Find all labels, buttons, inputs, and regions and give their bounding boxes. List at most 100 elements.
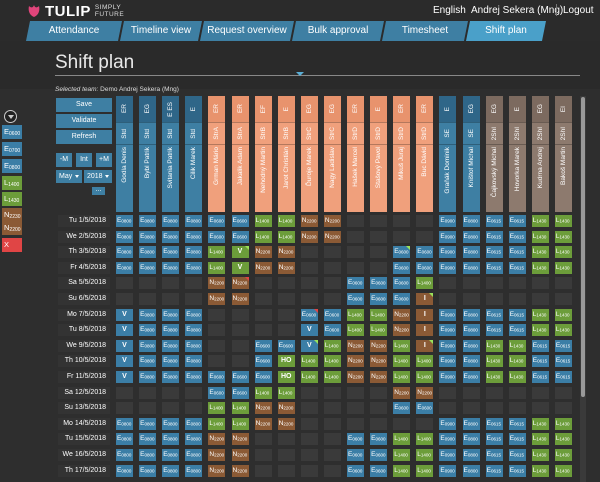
tab-attendance[interactable]: Attendance [26,21,122,41]
shift-cell[interactable] [185,387,203,399]
shift-cell[interactable] [300,449,318,461]
shift-cell[interactable] [347,231,364,243]
shift-cell[interactable] [139,293,157,305]
shift-cell[interactable]: E0600 [347,449,364,461]
shift-cell[interactable]: E0600 [347,293,364,305]
shift-cell[interactable]: N2200 [323,215,341,227]
shift-cell[interactable]: I [416,340,434,352]
shift-cell[interactable]: L1430 [485,340,503,352]
shift-cell[interactable] [300,465,318,477]
shift-cell[interactable]: E0600 [254,340,272,352]
shift-cell[interactable]: N2200 [393,324,411,336]
shift-cell[interactable]: N2200 [300,231,318,243]
shift-cell[interactable]: N2200 [370,340,388,352]
shift-cell[interactable]: L1400 [208,418,226,430]
shift-cell[interactable]: E0900 [439,309,457,321]
shift-cell[interactable] [347,262,364,274]
shift-cell[interactable]: E0800 [162,433,180,445]
shift-cell[interactable]: E0800 [116,433,133,445]
shift-cell[interactable] [508,277,526,289]
shift-cell[interactable]: L1400 [277,387,295,399]
shift-cell[interactable]: E0800 [116,262,133,274]
shift-cell[interactable]: E0600 [393,402,411,414]
shift-cell[interactable]: L1400 [323,371,341,383]
shift-cell[interactable]: E0600 [393,277,411,289]
shift-cell[interactable]: L1430 [485,371,503,383]
month-select[interactable]: May [56,170,82,183]
column-header[interactable]: E Std Cilik Marek [185,96,203,212]
shift-cell[interactable]: I [416,293,434,305]
shift-cell[interactable]: N2200 [208,449,226,461]
shift-cell[interactable]: V [116,324,133,336]
shift-cell[interactable]: E0800 [462,231,480,243]
column-header[interactable]: EF StrB Nehodný Martin [254,96,272,212]
shift-cell[interactable] [208,340,226,352]
shift-cell[interactable]: L1400 [277,215,295,227]
shift-cell[interactable] [393,418,411,430]
shift-cell[interactable] [231,324,249,336]
shift-cell[interactable]: E0600 [254,371,272,383]
shift-cell[interactable]: E0600 [347,433,364,445]
logo[interactable]: TULIP SIMPLY FUTURE [27,2,124,20]
shift-cell[interactable] [254,309,272,321]
shift-cell[interactable]: N2200 [231,277,249,289]
year-select[interactable]: 2018 [84,170,112,183]
shift-cell[interactable] [231,309,249,321]
shift-cell[interactable]: E0800 [462,215,480,227]
shift-cell[interactable]: L1400 [208,402,226,414]
shift-cell[interactable]: E0900 [439,324,457,336]
shift-cell[interactable]: E0800 [185,418,203,430]
shift-cell[interactable]: E0600 [231,387,249,399]
shift-cell[interactable]: E0600 [370,293,388,305]
shift-cell[interactable]: N2200 [347,371,364,383]
shift-cell[interactable]: E0800 [162,449,180,461]
shift-cell[interactable] [393,215,411,227]
shift-cell[interactable]: E0600 [347,465,364,477]
column-header[interactable]: E 2ShI Hovorka Marek [508,96,526,212]
shift-cell[interactable]: L1400 [370,324,388,336]
shift-cell[interactable]: E0800 [185,433,203,445]
shift-cell[interactable] [300,387,318,399]
shift-cell[interactable]: L1430 [531,246,549,258]
shift-cell[interactable]: L1400 [416,465,434,477]
shift-cell[interactable]: E0615 [531,340,549,352]
shift-cell[interactable]: L1400 [393,355,411,367]
shift-cell[interactable] [139,402,157,414]
shift-cell[interactable]: E0615 [508,215,526,227]
shift-cell[interactable]: E0615 [554,355,572,367]
shift-cell[interactable]: E0900 [439,215,457,227]
column-header[interactable]: E StrD Stašový Pavol [370,96,388,212]
shift-cell[interactable]: E0615 [531,355,549,367]
shift-cell[interactable]: E0800 [139,215,157,227]
column-header[interactable]: EG 2ShI Kudrna Andrej [531,96,549,212]
shift-cell[interactable]: L1430 [531,449,549,461]
shift-cell[interactable] [116,402,133,414]
shift-cell[interactable]: E0800 [162,340,180,352]
shift-cell[interactable]: E0615 [508,449,526,461]
shift-cell[interactable] [185,293,203,305]
shift-cell[interactable] [300,262,318,274]
shift-cell[interactable]: E0900 [439,231,457,243]
shift-cell[interactable]: L1400 [323,340,341,352]
column-header[interactable]: ER StrD Hašek Marcel [347,96,364,212]
shift-cell[interactable] [485,293,503,305]
shift-cell[interactable] [323,449,341,461]
shift-cell[interactable]: E0600 [231,215,249,227]
column-header[interactable]: EG StrC Ďuroje Marek [300,96,318,212]
shift-cell[interactable] [554,277,572,289]
shift-cell[interactable] [485,402,503,414]
tab-shift-plan[interactable]: Shift plan [466,21,546,41]
shift-cell[interactable]: E0800 [116,215,133,227]
shift-cell[interactable]: E0615 [508,246,526,258]
shift-cell[interactable]: N2200 [254,402,272,414]
shift-cell[interactable]: E0800 [116,418,133,430]
shift-cell[interactable] [462,387,480,399]
legend-item-e0700[interactable]: E0700 [2,142,22,156]
shift-cell[interactable]: E0800 [139,355,157,367]
shift-cell[interactable]: E0800 [139,340,157,352]
shift-cell[interactable] [347,215,364,227]
shift-cell[interactable]: E0800 [462,340,480,352]
shift-cell[interactable]: E0600 [393,293,411,305]
shift-cell[interactable] [323,387,341,399]
shift-cell[interactable]: L1400 [208,262,226,274]
